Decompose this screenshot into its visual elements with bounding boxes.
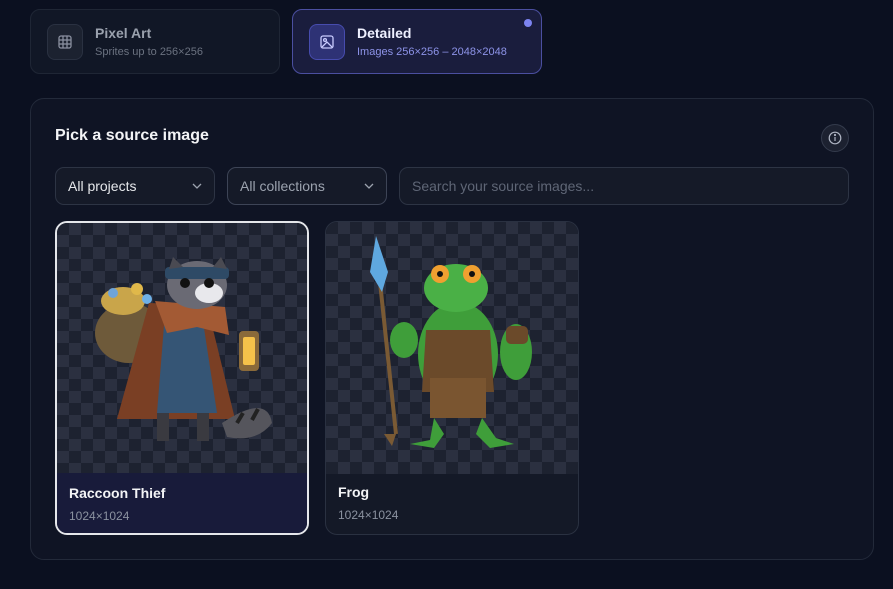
card-info: Raccoon Thief 1024×1024	[57, 473, 307, 533]
card-dimensions: 1024×1024	[338, 508, 399, 522]
raccoon-thief-thumbnail	[57, 223, 307, 473]
image-card-frog[interactable]: Frog 1024×1024	[325, 221, 579, 535]
mode-subtitle: Sprites up to 256×256	[95, 46, 203, 58]
card-title: Raccoon Thief	[69, 485, 166, 501]
image-card-raccoon-thief[interactable]: Raccoon Thief 1024×1024	[55, 221, 309, 535]
mode-title: Pixel Art	[95, 25, 152, 41]
mode-title: Detailed	[357, 25, 412, 41]
collections-dropdown[interactable]: All collections	[227, 167, 387, 205]
panel-title: Pick a source image	[55, 127, 209, 144]
card-title: Frog	[338, 484, 370, 500]
collections-dropdown-value: All collections	[240, 178, 325, 194]
mode-card-pixel-art[interactable]: Pixel Art Sprites up to 256×256	[30, 9, 280, 74]
projects-dropdown[interactable]: All projects	[55, 167, 215, 205]
chevron-down-icon	[192, 183, 202, 189]
chevron-down-icon	[364, 183, 374, 189]
projects-dropdown-value: All projects	[68, 178, 137, 194]
grid-icon	[47, 23, 83, 60]
mode-subtitle: Images 256×256 – 2048×2048	[357, 46, 507, 58]
card-dimensions: 1024×1024	[69, 509, 130, 523]
info-icon[interactable]	[821, 124, 849, 152]
source-image-panel: Pick a source image All projects All col…	[30, 98, 874, 560]
mode-card-detailed[interactable]: Detailed Images 256×256 – 2048×2048	[292, 9, 542, 74]
image-icon	[309, 23, 345, 60]
selected-indicator-dot	[524, 19, 532, 27]
search-input[interactable]	[399, 167, 849, 205]
card-info: Frog 1024×1024	[326, 472, 578, 534]
frog-thumbnail	[326, 222, 578, 474]
app-root: Pixel Art Sprites up to 256×256 Detailed…	[0, 0, 893, 589]
